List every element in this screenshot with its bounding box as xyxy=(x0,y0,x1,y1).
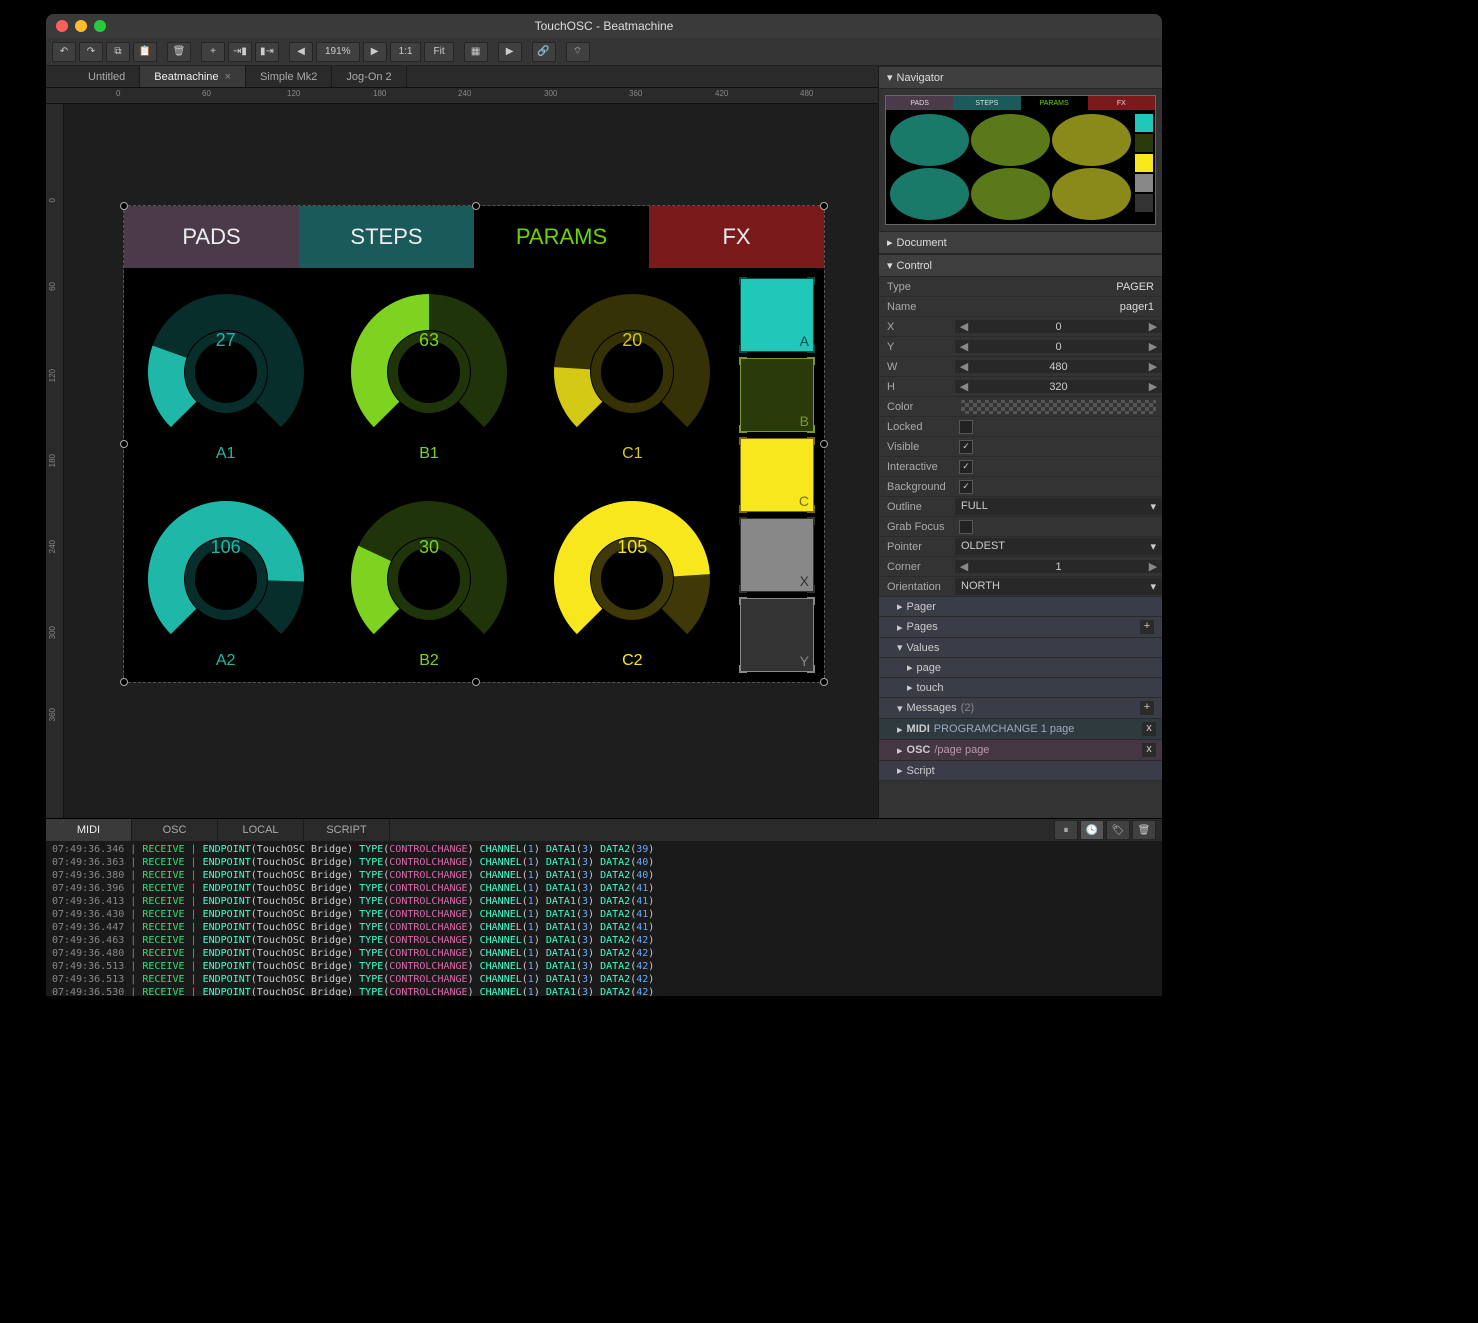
zoom-actual-button[interactable]: 1:1 xyxy=(390,42,422,62)
add-message-button[interactable]: + xyxy=(1140,701,1154,715)
close-icon[interactable] xyxy=(56,20,68,32)
knob-c1[interactable]: 20 C1 xyxy=(531,268,734,475)
document-tabs: Untitled Beatmachine× Simple Mk2 Jog-On … xyxy=(46,66,878,88)
bank-button-x[interactable]: X xyxy=(740,518,814,592)
pointer-select[interactable]: OLDEST▾ xyxy=(955,538,1162,555)
value-touch[interactable]: ▸ touch xyxy=(879,678,1162,698)
zoom-fit-button[interactable]: Fit xyxy=(424,42,453,62)
zoom-level[interactable]: 191% xyxy=(316,42,360,62)
zoom-in-button[interactable]: ▶ xyxy=(363,42,387,62)
enter-button[interactable]: ⇥▮ xyxy=(228,42,252,62)
knob-a1[interactable]: 27 A1 xyxy=(124,268,327,475)
grabfocus-checkbox[interactable] xyxy=(959,520,973,534)
type-label: Type xyxy=(879,281,955,293)
pager-tab-pads[interactable]: PADS xyxy=(124,206,299,268)
y-stepper[interactable]: ◀0▶ xyxy=(955,340,1162,353)
exit-button[interactable]: ▮⇥ xyxy=(255,42,279,62)
visible-checkbox[interactable]: ✓ xyxy=(959,440,973,454)
bank-button-c[interactable]: C xyxy=(740,438,814,512)
control-header[interactable]: ▾ Control xyxy=(879,254,1162,277)
knob-b1[interactable]: 63 B1 xyxy=(327,268,530,475)
navigator-header[interactable]: ▾ Navigator xyxy=(879,66,1162,89)
tab-untitled[interactable]: Untitled xyxy=(74,66,140,87)
background-checkbox[interactable]: ✓ xyxy=(959,480,973,494)
undo-button[interactable]: ↶ xyxy=(52,42,76,62)
close-icon[interactable]: × xyxy=(225,71,231,83)
pager-section[interactable]: ▸ Pager xyxy=(879,597,1162,617)
values-section[interactable]: ▾ Values xyxy=(879,638,1162,658)
corner-stepper[interactable]: ◀1▶ xyxy=(955,560,1162,573)
bank-button-b[interactable]: B xyxy=(740,358,814,432)
log-tab-osc[interactable]: OSC xyxy=(132,819,218,841)
interactive-checkbox[interactable]: ✓ xyxy=(959,460,973,474)
clear-log-button[interactable]: 🗑 xyxy=(1132,820,1156,840)
knob-c2[interactable]: 105 C2 xyxy=(531,475,734,682)
paste-button[interactable]: 📋 xyxy=(133,42,157,62)
outline-select[interactable]: FULL▾ xyxy=(955,498,1162,515)
knob-b2[interactable]: 30 B2 xyxy=(327,475,530,682)
timestamp-button[interactable]: 🕓 xyxy=(1080,820,1104,840)
bank-button-a[interactable]: A xyxy=(740,278,814,352)
delete-message-button[interactable]: x xyxy=(1142,722,1156,736)
bank-button-y[interactable]: Y xyxy=(740,598,814,672)
pager-tab-params[interactable]: PARAMS xyxy=(474,206,649,268)
orientation-select[interactable]: NORTH▾ xyxy=(955,578,1162,595)
play-button[interactable]: ▶ xyxy=(498,42,522,62)
locked-checkbox[interactable] xyxy=(959,420,973,434)
titlebar: TouchOSC - Beatmachine xyxy=(46,14,1162,38)
delete-message-button[interactable]: x xyxy=(1142,743,1156,757)
toolbar: ↶ ↷ ⧉ 📋 🗑 + ⇥▮ ▮⇥ ◀ 191% ▶ 1:1 Fit ▦ ▶ 🔗… xyxy=(46,38,1162,66)
horizontal-ruler: 060120180240300360420480 xyxy=(46,88,878,104)
link-button[interactable]: 🔗 xyxy=(532,42,556,62)
script-section[interactable]: ▸ Script xyxy=(879,761,1162,781)
message-midi[interactable]: ▸ MIDI PROGRAMCHANGE 1 pagex xyxy=(879,719,1162,740)
zoom-out-button[interactable]: ◀ xyxy=(289,42,313,62)
add-page-button[interactable]: + xyxy=(1140,620,1154,634)
knob-a2[interactable]: 106 A2 xyxy=(124,475,327,682)
vertical-ruler: 060120180240300360 xyxy=(46,104,64,818)
tag-log-button[interactable]: 🏷 xyxy=(1106,820,1130,840)
tab-jog-on-2[interactable]: Jog-On 2 xyxy=(332,66,406,87)
value-page[interactable]: ▸ page xyxy=(879,658,1162,678)
pages-section[interactable]: ▸ Pages+ xyxy=(879,617,1162,638)
name-value[interactable]: pager1 xyxy=(955,301,1162,313)
minimize-icon[interactable] xyxy=(75,20,87,32)
log-tab-midi[interactable]: MIDI xyxy=(46,819,132,841)
color-swatch[interactable] xyxy=(961,400,1156,414)
pager-tab-fx[interactable]: FX xyxy=(649,206,824,268)
log-tab-script[interactable]: SCRIPT xyxy=(304,819,390,841)
pager-tab-steps[interactable]: STEPS xyxy=(299,206,474,268)
message-osc[interactable]: ▸ OSC /page pagex xyxy=(879,740,1162,761)
add-button[interactable]: + xyxy=(201,42,225,62)
tab-beatmachine[interactable]: Beatmachine× xyxy=(140,66,246,87)
type-value: PAGER xyxy=(955,281,1162,293)
messages-section[interactable]: ▾ Messages (2)+ xyxy=(879,698,1162,719)
maximize-icon[interactable] xyxy=(94,20,106,32)
delete-button[interactable]: 🗑 xyxy=(167,42,191,62)
document-header[interactable]: ▸ Document xyxy=(879,231,1162,254)
app-window: TouchOSC - Beatmachine ↶ ↷ ⧉ 📋 🗑 + ⇥▮ ▮⇥… xyxy=(46,14,1162,996)
pause-log-button[interactable]: ⏸ xyxy=(1054,820,1078,840)
log-tab-local[interactable]: LOCAL xyxy=(218,819,304,841)
h-stepper[interactable]: ◀320▶ xyxy=(955,380,1162,393)
tab-simple-mk2[interactable]: Simple Mk2 xyxy=(246,66,332,87)
editor-area: Untitled Beatmachine× Simple Mk2 Jog-On … xyxy=(46,66,878,818)
log-panel: MIDI OSC LOCAL SCRIPT ⏸ 🕓 🏷 🗑 07:49:36.3… xyxy=(46,818,1162,996)
log-output: 07:49:36.346 | RECEIVE | ENDPOINT(TouchO… xyxy=(46,841,1162,996)
x-stepper[interactable]: ◀0▶ xyxy=(955,320,1162,333)
name-label: Name xyxy=(879,301,955,313)
grid-button[interactable]: ▦ xyxy=(464,42,488,62)
redo-button[interactable]: ↷ xyxy=(79,42,103,62)
navigator-preview[interactable]: PADS STEPS PARAMS FX xyxy=(879,89,1162,231)
wifi-button[interactable]: ⌔ xyxy=(566,42,590,62)
w-stepper[interactable]: ◀480▶ xyxy=(955,360,1162,373)
pager-control[interactable]: PADS STEPS PARAMS FX 27 A1 63 B1 20 C1 1… xyxy=(124,206,824,682)
canvas[interactable]: 060120180240300360 PADS STEPS PARAMS FX … xyxy=(46,104,878,818)
copy-button[interactable]: ⧉ xyxy=(106,42,130,62)
inspector-panel: ▾ Navigator PADS STEPS PARAMS FX xyxy=(878,66,1162,818)
window-title: TouchOSC - Beatmachine xyxy=(46,19,1162,33)
